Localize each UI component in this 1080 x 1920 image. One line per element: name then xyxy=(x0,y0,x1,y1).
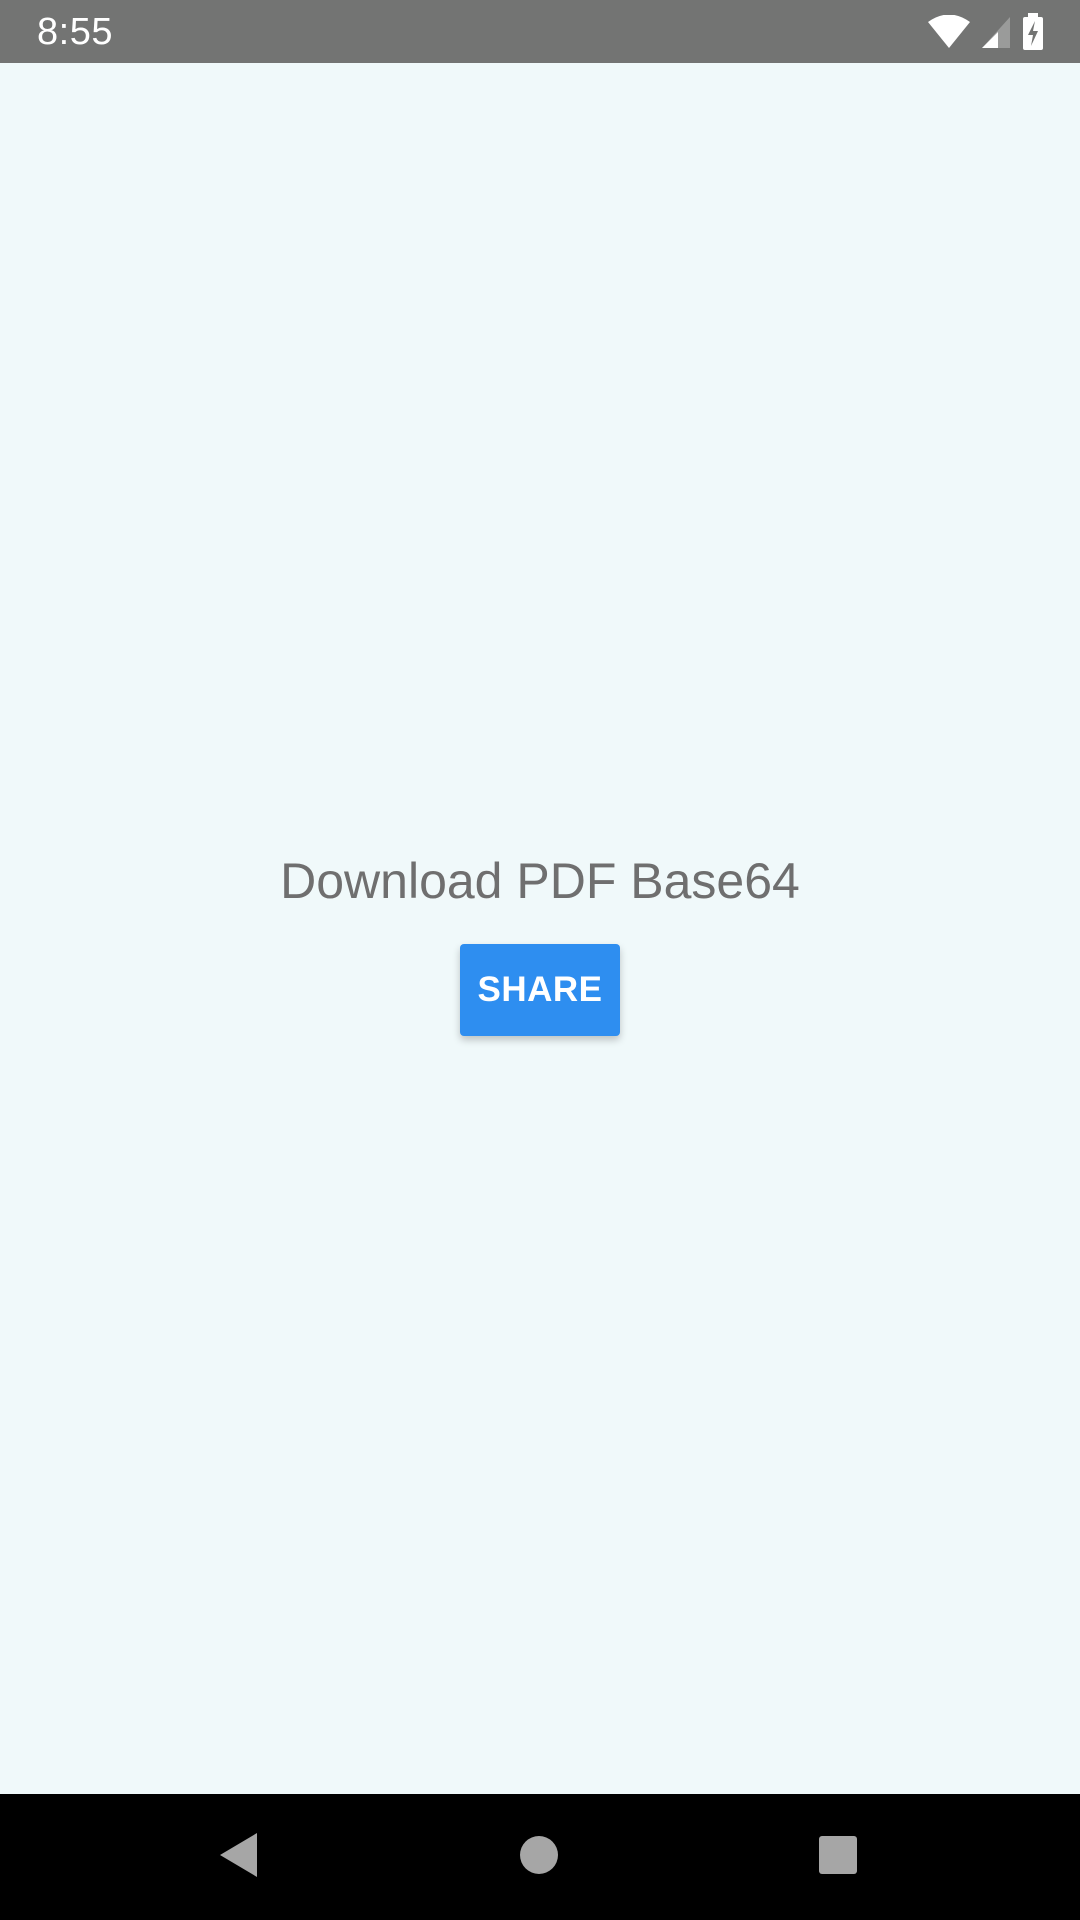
navigation-bar xyxy=(0,1794,1080,1920)
cell-signal-icon xyxy=(980,15,1012,49)
battery-charging-icon xyxy=(1022,13,1044,51)
recents-button[interactable] xyxy=(805,1824,871,1890)
home-icon xyxy=(519,1835,559,1880)
main-content: Download PDF Base64 SHARE xyxy=(0,63,1080,1794)
back-icon xyxy=(217,1831,261,1884)
page-title: Download PDF Base64 xyxy=(280,853,800,909)
recents-icon xyxy=(818,1835,858,1880)
status-time: 8:55 xyxy=(37,11,113,53)
status-bar: 8:55 xyxy=(0,0,1080,63)
share-button[interactable]: SHARE xyxy=(460,944,620,1036)
home-button[interactable] xyxy=(506,1824,572,1890)
status-icons xyxy=(928,12,1044,52)
back-button[interactable] xyxy=(206,1824,272,1890)
wifi-icon xyxy=(928,15,970,49)
